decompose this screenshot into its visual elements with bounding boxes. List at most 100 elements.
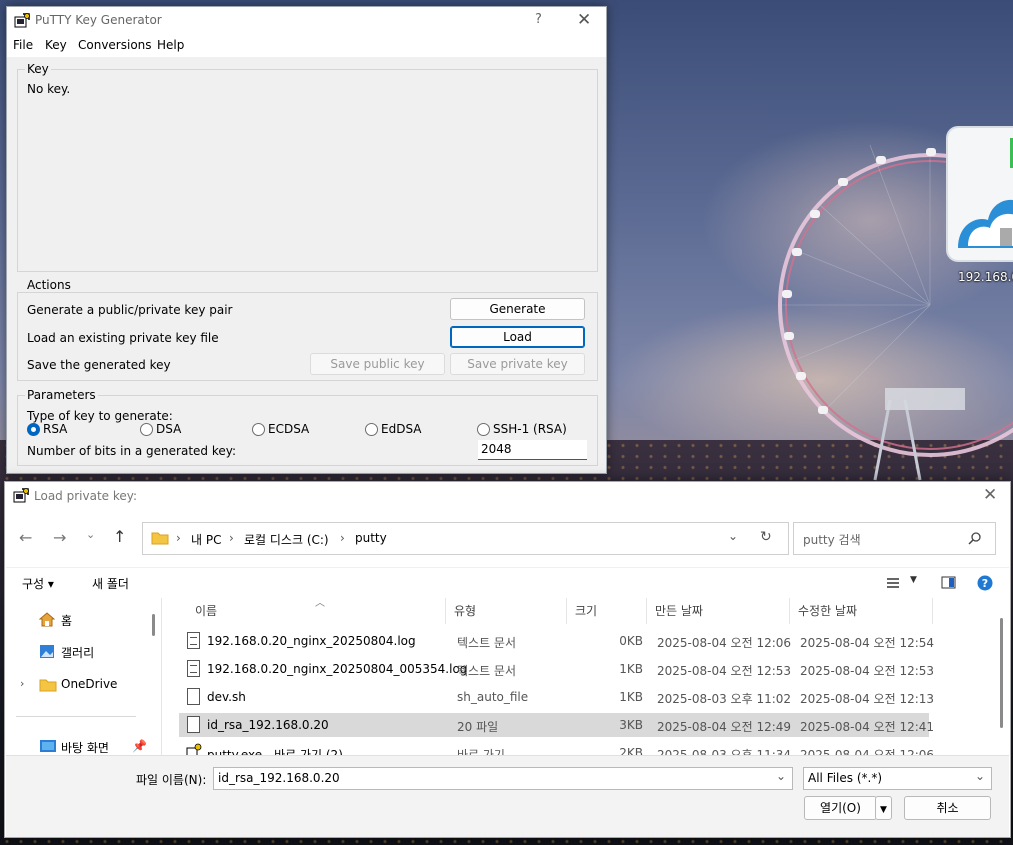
- file-icon: [187, 688, 200, 705]
- file-modified: 2025-08-04 오전 12:41: [800, 720, 935, 734]
- column-header-name[interactable]: 이름: [187, 598, 446, 624]
- search-box[interactable]: putty 검색: [793, 522, 996, 555]
- nav-label: 바탕 화면: [61, 741, 109, 755]
- menu-key[interactable]: Key: [45, 38, 67, 52]
- file-size: 2KB: [619, 746, 643, 755]
- breadcrumb-separator-icon: ›: [340, 531, 345, 545]
- menu-conversions[interactable]: Conversions: [78, 38, 152, 52]
- breadcrumb-separator-icon: ›: [176, 531, 181, 545]
- radio-label: EdDSA: [381, 422, 422, 436]
- forward-arrow-icon[interactable]: →: [53, 528, 66, 547]
- dropdown-arrow-icon: ▼: [880, 805, 887, 815]
- help-button[interactable]: ?: [535, 12, 542, 27]
- breadcrumb-separator-icon: ›: [229, 531, 234, 545]
- file-created: 2025-08-04 오전 12:53: [657, 664, 792, 678]
- file-name: putty.exe - 바로 가기 (2): [207, 748, 343, 755]
- chevron-down-icon[interactable]: ⌄: [975, 769, 985, 783]
- recent-locations-chevron-icon[interactable]: ⌄: [86, 528, 95, 541]
- shortcut-label: 192.168.0: [958, 270, 1013, 284]
- desktop-shortcut[interactable]: 192.168.0: [944, 124, 1013, 284]
- filename-value: id_rsa_192.168.0.20: [218, 771, 340, 785]
- menu-file[interactable]: File: [13, 38, 33, 52]
- menu-bar: File Key Conversions Help: [7, 35, 606, 57]
- pin-icon[interactable]: 📌: [132, 739, 147, 753]
- nav-label: 홈: [61, 614, 73, 628]
- radio-indicator: [365, 423, 378, 436]
- close-button[interactable]: ✕: [577, 10, 591, 30]
- file-created: 2025-08-03 오후 11:34: [657, 748, 792, 755]
- file-row[interactable]: 192.168.0.20_nginx_20250804_005354.log 텍…: [179, 657, 934, 681]
- column-header-modified[interactable]: 수정한 날짜: [790, 598, 933, 624]
- file-created: 2025-08-04 오전 12:49: [657, 720, 792, 734]
- column-header-size[interactable]: 크기: [567, 598, 647, 624]
- view-dropdown-icon[interactable]: ▼: [910, 575, 917, 585]
- cloud-app-icon: [958, 138, 1013, 248]
- open-dropdown-button[interactable]: ▼: [875, 796, 892, 820]
- radio-label: ECDSA: [268, 422, 310, 436]
- menu-help[interactable]: Help: [157, 38, 184, 52]
- file-row[interactable]: putty.exe - 바로 가기 (2) 바로 가기 2KB 2025-08-…: [179, 741, 934, 755]
- file-row[interactable]: dev.sh sh_auto_file 1KB 2025-08-03 오후 11…: [179, 685, 934, 709]
- folder-icon: [39, 679, 57, 692]
- file-modified: 2025-08-04 오전 12:13: [800, 692, 935, 706]
- command-bar: 구성 ▾ 새 폴더 ▼ ?: [6, 567, 1009, 598]
- open-button[interactable]: 열기(O): [804, 796, 877, 820]
- scrollbar-thumb[interactable]: [1000, 618, 1003, 728]
- svg-text:?: ?: [982, 577, 988, 590]
- radio-label: SSH-1 (RSA): [493, 422, 567, 436]
- radio-indicator: [252, 423, 265, 436]
- organize-menu[interactable]: 구성 ▾: [22, 575, 54, 592]
- help-icon[interactable]: ?: [977, 575, 993, 591]
- address-dropdown-chevron-icon[interactable]: ⌄: [728, 529, 738, 543]
- file-type-filter[interactable]: All Files (*.*) ⌄: [803, 767, 992, 790]
- breadcrumb-local-disk[interactable]: 로컬 디스크 (C:): [244, 531, 329, 548]
- load-button[interactable]: Load: [450, 326, 585, 348]
- new-folder-button[interactable]: 새 폴더: [92, 575, 129, 592]
- file-row[interactable]: 192.168.0.20_nginx_20250804.log 텍스트 문서 0…: [179, 629, 934, 653]
- column-header-type[interactable]: 유형: [446, 598, 567, 624]
- actions-group-title: Actions: [25, 278, 73, 292]
- key-group: [17, 69, 598, 272]
- back-arrow-icon[interactable]: ←: [19, 528, 32, 547]
- nav-scrollbar[interactable]: [151, 598, 160, 755]
- file-name: 192.168.0.20_nginx_20250804_005354.log: [207, 662, 468, 676]
- view-options-icon[interactable]: [886, 577, 900, 589]
- generate-button[interactable]: Generate: [450, 298, 585, 320]
- cancel-button[interactable]: 취소: [904, 796, 991, 820]
- dialog-title: Load private key:: [34, 489, 138, 503]
- file-size: 3KB: [619, 718, 643, 732]
- filename-input[interactable]: id_rsa_192.168.0.20 ⌄: [213, 767, 793, 790]
- refresh-icon[interactable]: ↻: [760, 529, 772, 545]
- file-size: 0KB: [619, 634, 643, 648]
- address-bar[interactable]: › 내 PC › 로컬 디스크 (C:) › putty ⌄ ↻: [142, 522, 789, 555]
- folder-icon: [151, 532, 169, 545]
- putty-app-icon: [13, 488, 29, 503]
- column-header-created[interactable]: 만든 날짜: [647, 598, 790, 624]
- breadcrumb-putty[interactable]: putty: [355, 531, 387, 545]
- preview-pane-icon[interactable]: [941, 576, 956, 589]
- file-row-selected[interactable]: id_rsa_192.168.0.20 20 파일 3KB 2025-08-04…: [179, 713, 934, 737]
- breadcrumb-my-pc[interactable]: 내 PC: [191, 531, 221, 548]
- radio-indicator: [27, 423, 40, 436]
- file-list-scrollbar[interactable]: [996, 598, 1008, 755]
- search-icon[interactable]: [968, 532, 981, 545]
- file-modified: 2025-08-04 오전 12:53: [800, 664, 935, 678]
- radio-label: RSA: [43, 422, 68, 436]
- title-bar[interactable]: PuTTY Key Generator ? ✕: [7, 7, 606, 35]
- chevron-down-icon[interactable]: ⌄: [776, 769, 786, 783]
- file-icon: [187, 716, 200, 733]
- save-private-key-button[interactable]: Save private key: [450, 353, 585, 375]
- search-input[interactable]: putty 검색: [803, 531, 861, 548]
- file-list: ︿ 이름 유형 크기 만든 날짜 수정한 날짜 192.168.0.20_ngi…: [161, 598, 997, 755]
- gallery-icon: [40, 645, 54, 658]
- parameters-group-title: Parameters: [25, 388, 98, 402]
- expand-chevron-icon[interactable]: ›: [20, 677, 24, 690]
- radio-indicator: [140, 423, 153, 436]
- close-button[interactable]: ✕: [983, 485, 997, 505]
- file-name: 192.168.0.20_nginx_20250804.log: [207, 634, 416, 648]
- bits-input[interactable]: 2048: [478, 440, 587, 460]
- scrollbar-thumb[interactable]: [152, 614, 155, 636]
- up-arrow-icon[interactable]: ↑: [113, 527, 126, 546]
- save-public-key-button[interactable]: Save public key: [310, 353, 445, 375]
- dialog-footer: 파일 이름(N): id_rsa_192.168.0.20 ⌄ All File…: [6, 755, 1009, 837]
